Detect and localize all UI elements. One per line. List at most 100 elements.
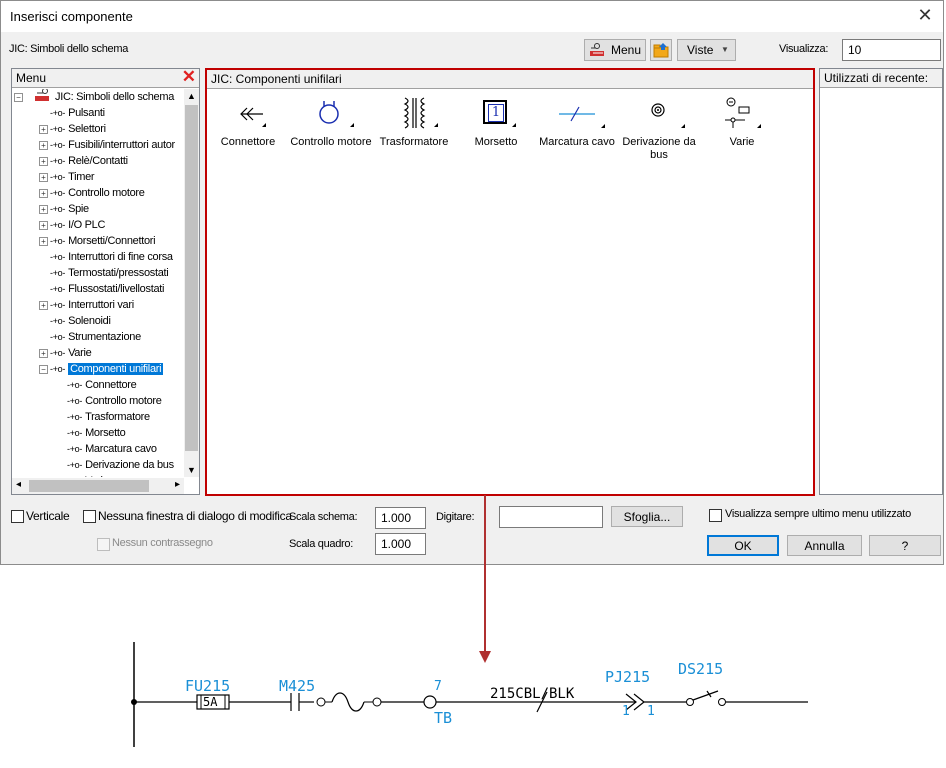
horizontal-scrollbar[interactable]: ◂ ▸ bbox=[12, 478, 184, 494]
terminal-tag: TB bbox=[434, 709, 453, 727]
help-button[interactable]: ? bbox=[869, 535, 941, 556]
no-dialog-checkbox[interactable] bbox=[83, 510, 96, 523]
connector-pin-right: 1 bbox=[647, 704, 655, 719]
tree-subitem[interactable]: -+o- Connettore bbox=[67, 377, 137, 393]
tree-subitem[interactable]: -+o-Varie bbox=[67, 473, 109, 477]
symbol-morsetto[interactable]: 1 Morsetto bbox=[463, 96, 529, 156]
symbol-marcatura-cavo[interactable]: Marcatura cavo bbox=[537, 96, 617, 156]
tree-subitem-label: Connettore bbox=[85, 379, 137, 391]
component-icon: -+o- bbox=[50, 348, 66, 358]
menu-button[interactable]: Menu bbox=[584, 39, 646, 61]
scroll-thumb[interactable] bbox=[185, 105, 198, 451]
tree-subitem[interactable]: -+o- Trasformatore bbox=[67, 409, 150, 425]
expand-toggle-icon[interactable]: + bbox=[39, 221, 48, 230]
close-menu-icon[interactable]: ✕ bbox=[182, 67, 196, 86]
tree-item-label: Pulsanti bbox=[68, 107, 105, 119]
always-show-last-checkbox[interactable] bbox=[709, 509, 722, 522]
fuse-rating: 5A bbox=[203, 695, 218, 709]
tree-item-label: Timer bbox=[68, 171, 95, 183]
symbol-connettore[interactable]: Connettore bbox=[217, 96, 279, 156]
scroll-left-icon[interactable]: ◂ bbox=[16, 479, 21, 490]
expand-toggle-icon[interactable]: + bbox=[39, 125, 48, 134]
no-tag-checkbox[interactable] bbox=[97, 538, 110, 551]
tree-item[interactable]: -+o- Interruttori di fine corsa bbox=[50, 249, 173, 265]
component-icon: -+o- bbox=[67, 396, 83, 406]
tree-item[interactable]: -+o- Componenti unifilari bbox=[50, 361, 164, 377]
browse-button[interactable]: Sfoglia... bbox=[611, 506, 683, 527]
h-scroll-thumb[interactable] bbox=[29, 480, 149, 492]
symbol-varie[interactable]: Varie bbox=[709, 96, 775, 156]
component-icon: -+o- bbox=[67, 476, 82, 477]
tree-subitem[interactable]: -+o- Derivazione da bus bbox=[67, 457, 174, 473]
expand-toggle-icon[interactable]: + bbox=[39, 157, 48, 166]
collapse-toggle-icon[interactable]: − bbox=[39, 365, 48, 374]
tree-item[interactable]: -+o- Controllo motore bbox=[50, 185, 145, 201]
symbol-label: Morsetto bbox=[474, 136, 518, 148]
chevron-down-icon: ▼ bbox=[721, 45, 729, 54]
tree-subitem[interactable]: -+o- Morsetto bbox=[67, 425, 126, 441]
symbol-derivazione-bus[interactable]: Derivazione da bus bbox=[619, 96, 699, 166]
tree-item[interactable]: -+o- Termostati/pressostati bbox=[50, 265, 169, 281]
folder-up-button[interactable] bbox=[650, 39, 672, 61]
vertical-checkbox[interactable] bbox=[11, 510, 24, 523]
tree-item[interactable]: -+o- Solenoidi bbox=[50, 313, 111, 329]
scroll-down-icon[interactable]: ▼ bbox=[187, 465, 196, 475]
frame-scale-label: Scala quadro: bbox=[289, 538, 353, 550]
tree-subitem-label: Marcatura cavo bbox=[85, 443, 157, 455]
terminal-num: 7 bbox=[434, 679, 442, 694]
ok-button[interactable]: OK bbox=[707, 535, 779, 556]
tree-item[interactable]: -+o- Pulsanti bbox=[50, 105, 105, 121]
expand-toggle-icon[interactable]: + bbox=[39, 349, 48, 358]
expand-toggle-icon[interactable]: + bbox=[39, 205, 48, 214]
expand-toggle-icon[interactable]: + bbox=[39, 237, 48, 246]
tree-item[interactable]: -+o- Morsetti/Connettori bbox=[50, 233, 156, 249]
vertical-label: Verticale bbox=[26, 509, 70, 523]
tree-item[interactable]: -+o- Timer bbox=[50, 169, 95, 185]
tree-item-label: Spie bbox=[68, 203, 89, 215]
always-show-last-label: Visualizza sempre ultimo menu utilizzato bbox=[725, 508, 911, 520]
tree-item[interactable]: -+o- Relè/Contatti bbox=[50, 153, 128, 169]
tree-item[interactable]: -+o- Spie bbox=[50, 201, 89, 217]
tree-item-label: Strumentazione bbox=[68, 331, 141, 343]
tree-subitem[interactable]: -+o- Marcatura cavo bbox=[67, 441, 157, 457]
scroll-right-icon[interactable]: ▸ bbox=[175, 479, 180, 490]
component-icon: -+o- bbox=[50, 284, 66, 294]
symbol-controllo-motore[interactable]: Controllo motore bbox=[290, 96, 372, 156]
window-title: Inserisci componente bbox=[10, 9, 133, 24]
tree-subitem-label: Varie bbox=[85, 475, 109, 477]
views-dropdown[interactable]: Viste ▼ bbox=[677, 39, 736, 61]
tree-item[interactable]: -+o- Varie bbox=[50, 345, 92, 361]
tree-item-label: Componenti unifilari bbox=[68, 363, 164, 375]
library-label: JIC: Simboli dello schema bbox=[9, 43, 129, 55]
expand-toggle-icon[interactable]: + bbox=[39, 173, 48, 182]
expand-toggle-icon[interactable]: + bbox=[39, 189, 48, 198]
expand-toggle-icon[interactable]: + bbox=[39, 301, 48, 310]
tree-item-label: Controllo motore bbox=[68, 187, 145, 199]
tree-item[interactable]: -+o- Strumentazione bbox=[50, 329, 141, 345]
component-icon: -+o- bbox=[50, 332, 66, 342]
tree-root[interactable]: JIC: Simboli dello schema bbox=[17, 89, 174, 105]
display-count-field[interactable]: 10 bbox=[842, 39, 941, 61]
vertical-scrollbar[interactable]: ▲ ▼ bbox=[184, 89, 199, 477]
component-icon: -+o- bbox=[50, 252, 66, 262]
cancel-button[interactable]: Annulla bbox=[787, 535, 862, 556]
scroll-up-icon[interactable]: ▲ bbox=[187, 91, 196, 101]
close-icon[interactable]: ✕ bbox=[915, 5, 935, 26]
type-label: Digitare: bbox=[436, 511, 475, 523]
tree-subitem[interactable]: -+o- Controllo motore bbox=[67, 393, 162, 409]
symbol-trasformatore[interactable]: Trasformatore bbox=[379, 96, 449, 156]
tree-item[interactable]: -+o- Flussostati/livellostati bbox=[50, 281, 164, 297]
type-field[interactable] bbox=[499, 506, 603, 528]
recent-panel-header: Utilizzati di recente: bbox=[820, 69, 942, 88]
tree-item[interactable]: -+o- Interruttori vari bbox=[50, 297, 134, 313]
dropdown-corner-icon bbox=[512, 123, 516, 127]
wire-tag: 215CBL/BLK bbox=[490, 686, 575, 702]
frame-scale-field[interactable]: 1.000 bbox=[375, 533, 426, 555]
component-icon: -+o- bbox=[50, 268, 66, 278]
tree-item[interactable]: -+o- Selettori bbox=[50, 121, 106, 137]
tree-item[interactable]: -+o- I/O PLC bbox=[50, 217, 105, 233]
tree-item-label: Fusibili/interruttori autor bbox=[68, 139, 175, 151]
tree-item[interactable]: -+o- Fusibili/interruttori autor bbox=[50, 137, 175, 153]
schema-scale-field[interactable]: 1.000 bbox=[375, 507, 426, 529]
expand-toggle-icon[interactable]: + bbox=[39, 141, 48, 150]
